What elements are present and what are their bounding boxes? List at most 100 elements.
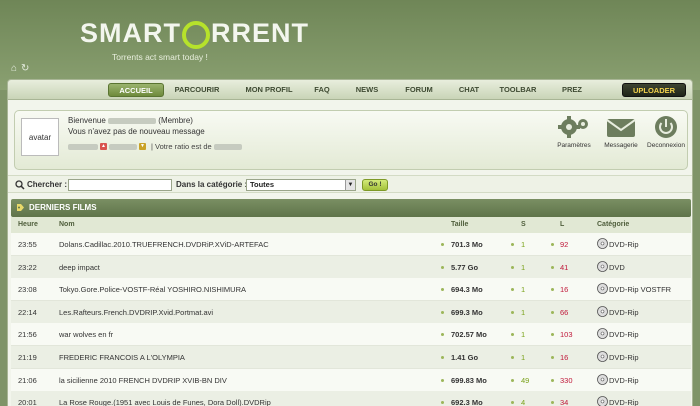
- row-name-link[interactable]: La Rose Rouge.(1951 avec Louis de Funes,…: [59, 398, 271, 406]
- category-select[interactable]: Toutes ▼: [246, 179, 356, 191]
- nav-item-accueil[interactable]: ACCUEIL: [108, 83, 164, 97]
- row-name-link[interactable]: Tokyo.Gore.Police-VOSTF-Réal YOSHIRO.NIS…: [59, 285, 246, 294]
- col-nom[interactable]: Nom: [59, 221, 75, 228]
- bullet-icon: [441, 265, 444, 269]
- row-category-link[interactable]: DVD-Rip: [609, 330, 639, 339]
- bullet-icon: [511, 333, 514, 337]
- col-taille[interactable]: Taille: [451, 221, 468, 228]
- row-time: 21:19: [18, 353, 37, 362]
- table-row[interactable]: 20:01 La Rose Rouge.(1951 avec Louis de F…: [11, 391, 691, 406]
- bullet-icon: [441, 243, 444, 246]
- row-leechers: 41: [560, 262, 569, 272]
- site-logo[interactable]: SMART RRENT: [80, 18, 309, 49]
- ratio-line: ▲ ▼ | Votre ratio est de: [68, 142, 242, 151]
- dvd-disc-icon: [597, 373, 608, 385]
- user-panel: avatar Bienvenue (Membre) Vous n'avez pa…: [14, 110, 688, 170]
- avatar[interactable]: avatar: [21, 118, 59, 156]
- row-leechers: 34: [560, 398, 569, 406]
- row-name-link[interactable]: deep impact: [59, 263, 100, 272]
- row-seeders: 1: [521, 353, 526, 362]
- row-time: 23:55: [18, 240, 37, 249]
- home-icon[interactable]: ⌂: [11, 64, 17, 74]
- ratio-redacted: [213, 143, 242, 150]
- dvd-disc-icon: [597, 283, 608, 295]
- logo-text-prefix: SMART: [80, 18, 181, 48]
- row-name-link[interactable]: Dolans.Cadillac.2010.TRUEFRENCH.DVDRiP.X…: [59, 240, 269, 249]
- table-row[interactable]: 21:06 la sicilienne 2010 FRENCH DVDRIP XV…: [11, 368, 691, 392]
- bullet-icon: [511, 378, 514, 382]
- bullet-icon: [551, 310, 554, 314]
- row-seeders: 1: [521, 307, 526, 317]
- refresh-icon[interactable]: ↻: [21, 64, 29, 74]
- bullet-icon: [551, 265, 554, 269]
- main-nav: ACCUEIL PARCOURIR MON PROFIL FAQ NEWS FO…: [7, 79, 693, 100]
- envelope-icon: [606, 119, 636, 137]
- go-button[interactable]: Go !: [362, 179, 388, 191]
- row-time: 21:06: [18, 375, 37, 385]
- row-seeders: 1: [521, 330, 526, 340]
- message-status[interactable]: Vous n'avez pas de nouveau message: [68, 127, 205, 136]
- uploader-button[interactable]: UPLOADER: [622, 83, 686, 97]
- messaging-action[interactable]: Messagerie: [596, 115, 646, 149]
- nav-item-chat[interactable]: CHAT: [455, 83, 483, 97]
- table-row[interactable]: 23:22 deep impact 5.77 Go 1 41 DVD: [11, 255, 691, 279]
- col-heure[interactable]: Heure: [18, 221, 38, 228]
- row-category-link[interactable]: DVD-Rip VOSTFR: [609, 285, 671, 294]
- nav-item-parcourir[interactable]: PARCOURIR: [172, 83, 222, 97]
- row-category-link[interactable]: DVD-Rip: [609, 398, 639, 406]
- col-l[interactable]: L: [560, 221, 564, 228]
- row-name-link[interactable]: FREDERIC FRANCOIS A L'OLYMPIA: [59, 353, 185, 362]
- row-leechers: 330: [560, 375, 573, 385]
- bullet-icon: [511, 310, 514, 314]
- search-label: Chercher :: [27, 180, 68, 189]
- site-tagline: Torrents act smart today !: [112, 52, 208, 62]
- col-categorie[interactable]: Catégorie: [597, 221, 629, 228]
- search-input[interactable]: [68, 179, 172, 191]
- bullet-icon: [441, 288, 444, 292]
- nav-item-faq[interactable]: FAQ: [310, 83, 334, 97]
- table-row[interactable]: 23:08 Tokyo.Gore.Police-VOSTF-Réal YOSHIR…: [11, 278, 691, 302]
- col-s[interactable]: S: [521, 221, 526, 228]
- nav-item-news[interactable]: NEWS: [352, 83, 382, 97]
- row-size: 692.3 Mo: [451, 398, 483, 406]
- bullet-icon: [511, 288, 514, 292]
- nav-item-prez[interactable]: PREZ: [558, 83, 586, 97]
- row-name-link[interactable]: la sicilienne 2010 FRENCH DVDRIP XVIB-BN…: [59, 376, 227, 385]
- row-leechers: 92: [560, 240, 569, 249]
- nav-item-toolbar[interactable]: TOOLBAR: [498, 83, 538, 97]
- nav-item-mon-profil[interactable]: MON PROFIL: [241, 83, 297, 97]
- row-leechers: 66: [560, 307, 569, 317]
- download-redacted: [109, 143, 137, 150]
- welcome-prefix: Bienvenue: [68, 116, 106, 125]
- row-time: 20:01: [18, 398, 37, 406]
- logout-action[interactable]: Deconnexion: [641, 115, 691, 149]
- welcome-line: Bienvenue (Membre): [68, 116, 193, 125]
- table-row[interactable]: 21:56 war wolves en fr 702.57 Mo 1 103 DVD-Ri…: [11, 323, 691, 347]
- nav-item-forum[interactable]: FORUM: [402, 83, 436, 97]
- row-leechers: 16: [560, 353, 569, 362]
- bullet-icon: [551, 288, 554, 292]
- row-category-link[interactable]: DVD: [609, 263, 625, 272]
- row-category-link[interactable]: DVD-Rip: [609, 308, 639, 317]
- row-size: 5.77 Go: [451, 262, 479, 272]
- table-row[interactable]: 21:19 FREDERIC FRANCOIS A L'OLYMPIA 1.41 G…: [11, 346, 691, 369]
- row-category-link[interactable]: DVD-Rip: [609, 376, 639, 385]
- dvd-disc-icon: [597, 396, 608, 406]
- row-time: 23:08: [18, 285, 37, 295]
- row-leechers: 16: [560, 285, 569, 295]
- row-name-link[interactable]: Les.Rafteurs.French.DVDRIP.Xvid.Portmat.…: [59, 308, 213, 317]
- row-category-link[interactable]: DVD-Rip: [609, 353, 639, 362]
- row-name-link[interactable]: war wolves en fr: [59, 330, 113, 339]
- films-table-header: Heure Nom Taille S L Catégorie: [11, 217, 691, 233]
- dvd-disc-icon: [597, 238, 608, 249]
- settings-action[interactable]: Paramètres: [549, 115, 599, 149]
- row-category-link[interactable]: DVD-Rip: [609, 240, 639, 249]
- table-row[interactable]: 22:14 Les.Rafteurs.French.DVDRIP.Xvid.Por…: [11, 300, 691, 324]
- ratio-label: | Votre ratio est de: [151, 142, 212, 151]
- logo-ring-icon: [182, 20, 210, 49]
- logo-text-suffix: RRENT: [211, 18, 309, 48]
- username-redacted: [108, 117, 157, 124]
- table-row[interactable]: 23:55 Dolans.Cadillac.2010.TRUEFRENCH.DVD…: [11, 233, 691, 256]
- search-icon: [15, 180, 25, 190]
- dvd-disc-icon: [597, 260, 608, 272]
